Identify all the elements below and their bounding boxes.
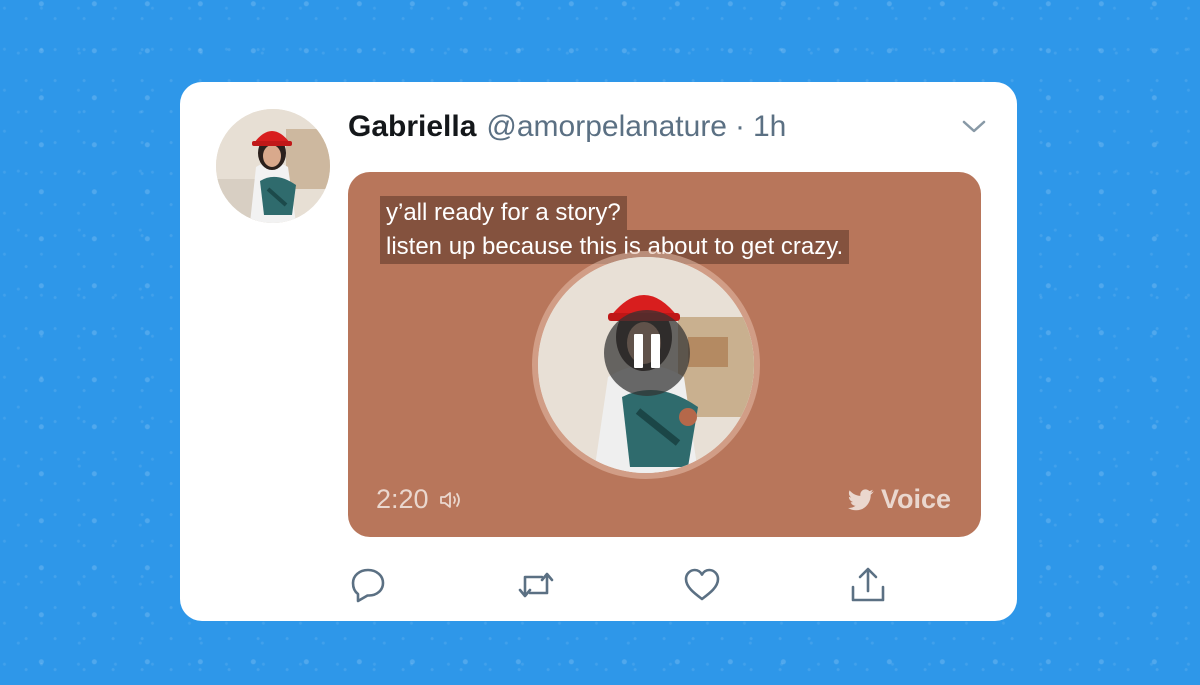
avatar[interactable] bbox=[216, 109, 330, 223]
pause-icon bbox=[630, 333, 664, 373]
bird-icon bbox=[847, 488, 874, 510]
share-icon bbox=[851, 567, 885, 602]
tweet-actions bbox=[348, 565, 928, 605]
chevron-down-icon bbox=[962, 120, 986, 133]
pause-button[interactable] bbox=[604, 310, 690, 396]
speaker-icon[interactable] bbox=[439, 489, 463, 511]
separator-dot: · bbox=[735, 110, 745, 143]
like-button[interactable] bbox=[682, 565, 722, 605]
author-name[interactable]: Gabriella bbox=[348, 110, 476, 144]
voice-label: Voice bbox=[880, 484, 951, 514]
reply-icon bbox=[351, 568, 385, 603]
caption-line: y’all ready for a story? bbox=[380, 196, 627, 230]
voice-brand: Voice bbox=[847, 484, 951, 515]
tweet-timestamp[interactable]: 1h bbox=[753, 110, 786, 144]
caption-line: listen up because this is about to get c… bbox=[380, 230, 850, 264]
heart-icon bbox=[684, 568, 720, 601]
voice-tweet-player[interactable]: y’all ready for a story? listen up becau… bbox=[348, 172, 981, 537]
avatar-photo bbox=[216, 109, 330, 223]
retweet-button[interactable] bbox=[516, 565, 556, 605]
tweet-menu-button[interactable] bbox=[961, 116, 987, 136]
voice-duration: 2:20 bbox=[376, 484, 463, 515]
share-button[interactable] bbox=[848, 565, 888, 605]
retweet-icon bbox=[518, 572, 554, 598]
tweet-header: Gabriella @amorpelanature · 1h bbox=[348, 110, 786, 150]
duration-text: 2:20 bbox=[376, 484, 429, 514]
author-handle[interactable]: @amorpelanature bbox=[486, 110, 727, 144]
tweet-card[interactable]: Gabriella @amorpelanature · 1h y’all rea… bbox=[180, 82, 1017, 621]
voice-caption: y’all ready for a story? listen up becau… bbox=[380, 196, 850, 264]
reply-button[interactable] bbox=[348, 565, 388, 605]
